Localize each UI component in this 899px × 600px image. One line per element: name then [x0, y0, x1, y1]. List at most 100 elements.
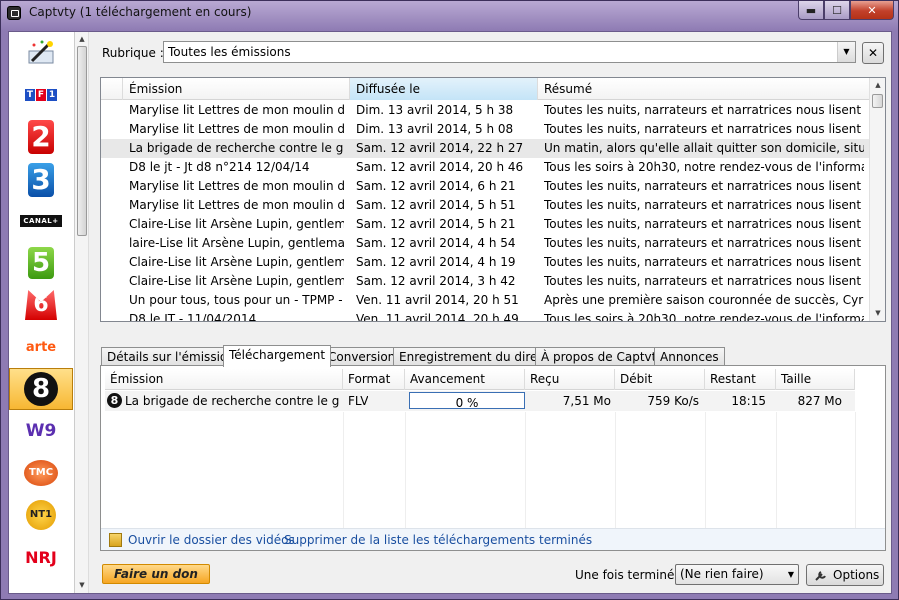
- dl-remaining: 18:15: [731, 394, 766, 408]
- scroll-down-icon[interactable]: ▼: [77, 579, 87, 591]
- tab-annonces[interactable]: Annonces: [654, 347, 725, 366]
- end-action-select[interactable]: (Ne rien faire) ▼: [675, 564, 799, 585]
- column-diffusee[interactable]: Diffusée le: [350, 78, 538, 100]
- row-date: Sam. 12 avril 2014, 3 h 42: [356, 274, 516, 288]
- list-item[interactable]: Claire-Lise lit Arsène Lupin, gentleman.…: [101, 253, 871, 272]
- channel-canalplus[interactable]: CANAL+: [9, 200, 73, 242]
- channel-france3[interactable]: 3: [9, 159, 73, 201]
- canalplus-logo: CANAL+: [20, 215, 62, 227]
- dl-column-format[interactable]: Format: [343, 369, 405, 390]
- dl-format: FLV: [348, 394, 369, 408]
- channel-w9[interactable]: W9: [9, 410, 73, 452]
- dl-progress-text: 0 %: [455, 396, 479, 410]
- france5-logo: 5: [28, 247, 54, 279]
- clear-finished-link[interactable]: Supprimer de la liste les téléchargement…: [284, 533, 592, 547]
- row-date: Sam. 12 avril 2014, 6 h 21: [356, 179, 516, 193]
- channel-nrj12[interactable]: NRJ: [9, 536, 73, 578]
- row-emission: Marylise lit Lettres de mon moulin d'Al.…: [129, 103, 344, 117]
- dl-column-recu[interactable]: Reçu: [525, 369, 615, 390]
- list-item[interactable]: Claire-Lise lit Arsène Lupin, gentleman.…: [101, 272, 871, 291]
- france3-logo: 3: [28, 163, 54, 197]
- sidebar-scrollbar[interactable]: ▲ ▼: [75, 32, 89, 593]
- chevron-down-icon: ▼: [787, 570, 794, 579]
- channel-tmc[interactable]: TMC: [9, 452, 73, 494]
- channel-france2[interactable]: 2: [9, 116, 73, 158]
- app-icon: [7, 6, 21, 20]
- list-item[interactable]: Marylise lit Lettres de mon moulin d'Al.…: [101, 177, 871, 196]
- dl-column-taille[interactable]: Taille: [776, 369, 855, 390]
- dl-size: 827 Mo: [797, 394, 842, 408]
- channel-m6[interactable]: 6: [9, 284, 73, 326]
- dl-column-restant[interactable]: Restant: [705, 369, 776, 390]
- scroll-up-icon[interactable]: ▲: [77, 33, 87, 45]
- channel-sidebar: T F 1 2 3 CANAL+ 5 6 arte 8 W9 TMC NT1 N…: [9, 32, 75, 593]
- row-date: Dim. 13 avril 2014, 5 h 38: [356, 103, 514, 117]
- row-emission: Marylise lit Lettres de mon moulin d'Al.…: [129, 198, 344, 212]
- sidebar-scroll-thumb[interactable]: [77, 46, 87, 236]
- nrj12-logo: NRJ: [25, 547, 57, 567]
- list-item[interactable]: La brigade de recherche contre le gan...…: [101, 139, 871, 158]
- channel-france5[interactable]: 5: [9, 242, 73, 284]
- title-bar[interactable]: Captvty (1 téléchargement en cours) ▬ ☐ …: [1, 1, 898, 25]
- column-emission[interactable]: Émission: [123, 78, 350, 100]
- window-title: Captvty (1 téléchargement en cours): [29, 5, 252, 19]
- row-date: Sam. 12 avril 2014, 4 h 54: [356, 236, 516, 250]
- dl-progress-bar: 0 %: [409, 392, 525, 410]
- list-item[interactable]: Marylise lit Lettres de mon moulin d'Al.…: [101, 101, 871, 120]
- tab-details[interactable]: Détails sur l'émission: [101, 347, 241, 366]
- dl-column-avancement[interactable]: Avancement: [405, 369, 525, 390]
- list-item[interactable]: Claire-Lise lit Arsène Lupin, gentleman.…: [101, 215, 871, 234]
- dl-column-debit[interactable]: Débit: [615, 369, 705, 390]
- donate-button[interactable]: Faire un don: [102, 564, 210, 584]
- channel-arte[interactable]: arte: [9, 326, 73, 368]
- folder-icon: [109, 533, 122, 547]
- magic-wand-button[interactable]: [9, 32, 73, 74]
- row-resume: Tous les soirs à 20h30, notre rendez-vou…: [544, 160, 864, 174]
- client-area: T F 1 2 3 CANAL+ 5 6 arte 8 W9 TMC NT1 N…: [8, 31, 892, 594]
- download-row[interactable]: 8 La brigade de recherche contre le gan.…: [105, 391, 855, 411]
- channel-nt1[interactable]: NT1: [9, 494, 73, 536]
- scroll-down-icon[interactable]: ▼: [873, 307, 883, 319]
- rubrique-label: Rubrique :: [102, 46, 164, 60]
- row-resume: Un matin, alors qu'elle allait quitter s…: [544, 141, 864, 155]
- rubrique-select[interactable]: Toutes les émissions ▼: [163, 41, 856, 63]
- close-button[interactable]: ✕: [850, 1, 894, 20]
- list-item[interactable]: laire-Lise lit Arsène Lupin, gentleman c…: [101, 234, 871, 253]
- list-item[interactable]: D8 le jt - Jt d8 n°214 12/04/14 Sam. 12 a…: [101, 158, 871, 177]
- maximize-button[interactable]: ☐: [824, 1, 850, 20]
- magic-wand-icon: [28, 40, 54, 64]
- row-emission: D8 le JT - 11/04/2014: [129, 312, 257, 322]
- row-resume: Après une première saison couronnée de s…: [544, 293, 864, 307]
- tab-enregistrement[interactable]: Enregistrement du direct: [393, 347, 555, 366]
- column-resume[interactable]: Résumé: [538, 78, 871, 100]
- list-item[interactable]: Marylise lit Lettres de mon moulin d'Al.…: [101, 196, 871, 215]
- programs-list[interactable]: Émission Diffusée le Résumé Marylise lit…: [100, 77, 886, 322]
- list-item[interactable]: Marylise lit Lettres de mon moulin d'Al.…: [101, 120, 871, 139]
- clear-rubrique-button[interactable]: ✕: [862, 42, 884, 64]
- nt1-logo: NT1: [26, 500, 56, 530]
- w9-logo: W9: [25, 421, 57, 441]
- open-folder-link[interactable]: Ouvrir le dossier des vidéos: [128, 533, 295, 547]
- row-date: Sam. 12 avril 2014, 5 h 21: [356, 217, 516, 231]
- dl-column-emission[interactable]: Émission: [105, 369, 343, 390]
- scroll-up-icon[interactable]: ▲: [873, 79, 883, 91]
- chevron-down-icon: ▼: [837, 42, 855, 62]
- download-panel: Émission Format Avancement Reçu Débit Re…: [100, 365, 886, 551]
- row-date: Ven. 11 avril 2014, 20 h 49: [356, 312, 519, 322]
- france2-logo: 2: [28, 120, 54, 154]
- list-item[interactable]: D8 le JT - 11/04/2014 Ven. 11 avril 2014,…: [101, 310, 871, 322]
- channel-tf1[interactable]: T F 1: [9, 74, 73, 116]
- list-scrollbar[interactable]: ▲ ▼: [869, 78, 885, 321]
- tab-conversion[interactable]: Conversion: [322, 347, 402, 366]
- tab-a-propos[interactable]: À propos de Captvty: [535, 347, 670, 366]
- minimize-button[interactable]: ▬: [798, 1, 824, 20]
- list-scroll-thumb[interactable]: [872, 94, 883, 108]
- row-emission: Claire-Lise lit Arsène Lupin, gentleman.…: [129, 255, 344, 269]
- tab-telechargement[interactable]: Téléchargement: [223, 345, 332, 367]
- d8-icon: 8: [107, 393, 122, 408]
- row-date: Sam. 12 avril 2014, 22 h 27: [356, 141, 524, 155]
- channel-d8[interactable]: 8: [9, 368, 73, 410]
- row-resume: Tous les soirs à 20h30, notre rendez-vou…: [544, 312, 864, 322]
- list-item[interactable]: Un pour tous, tous pour un - TPMP - 1...…: [101, 291, 871, 310]
- options-button[interactable]: Options: [806, 564, 884, 586]
